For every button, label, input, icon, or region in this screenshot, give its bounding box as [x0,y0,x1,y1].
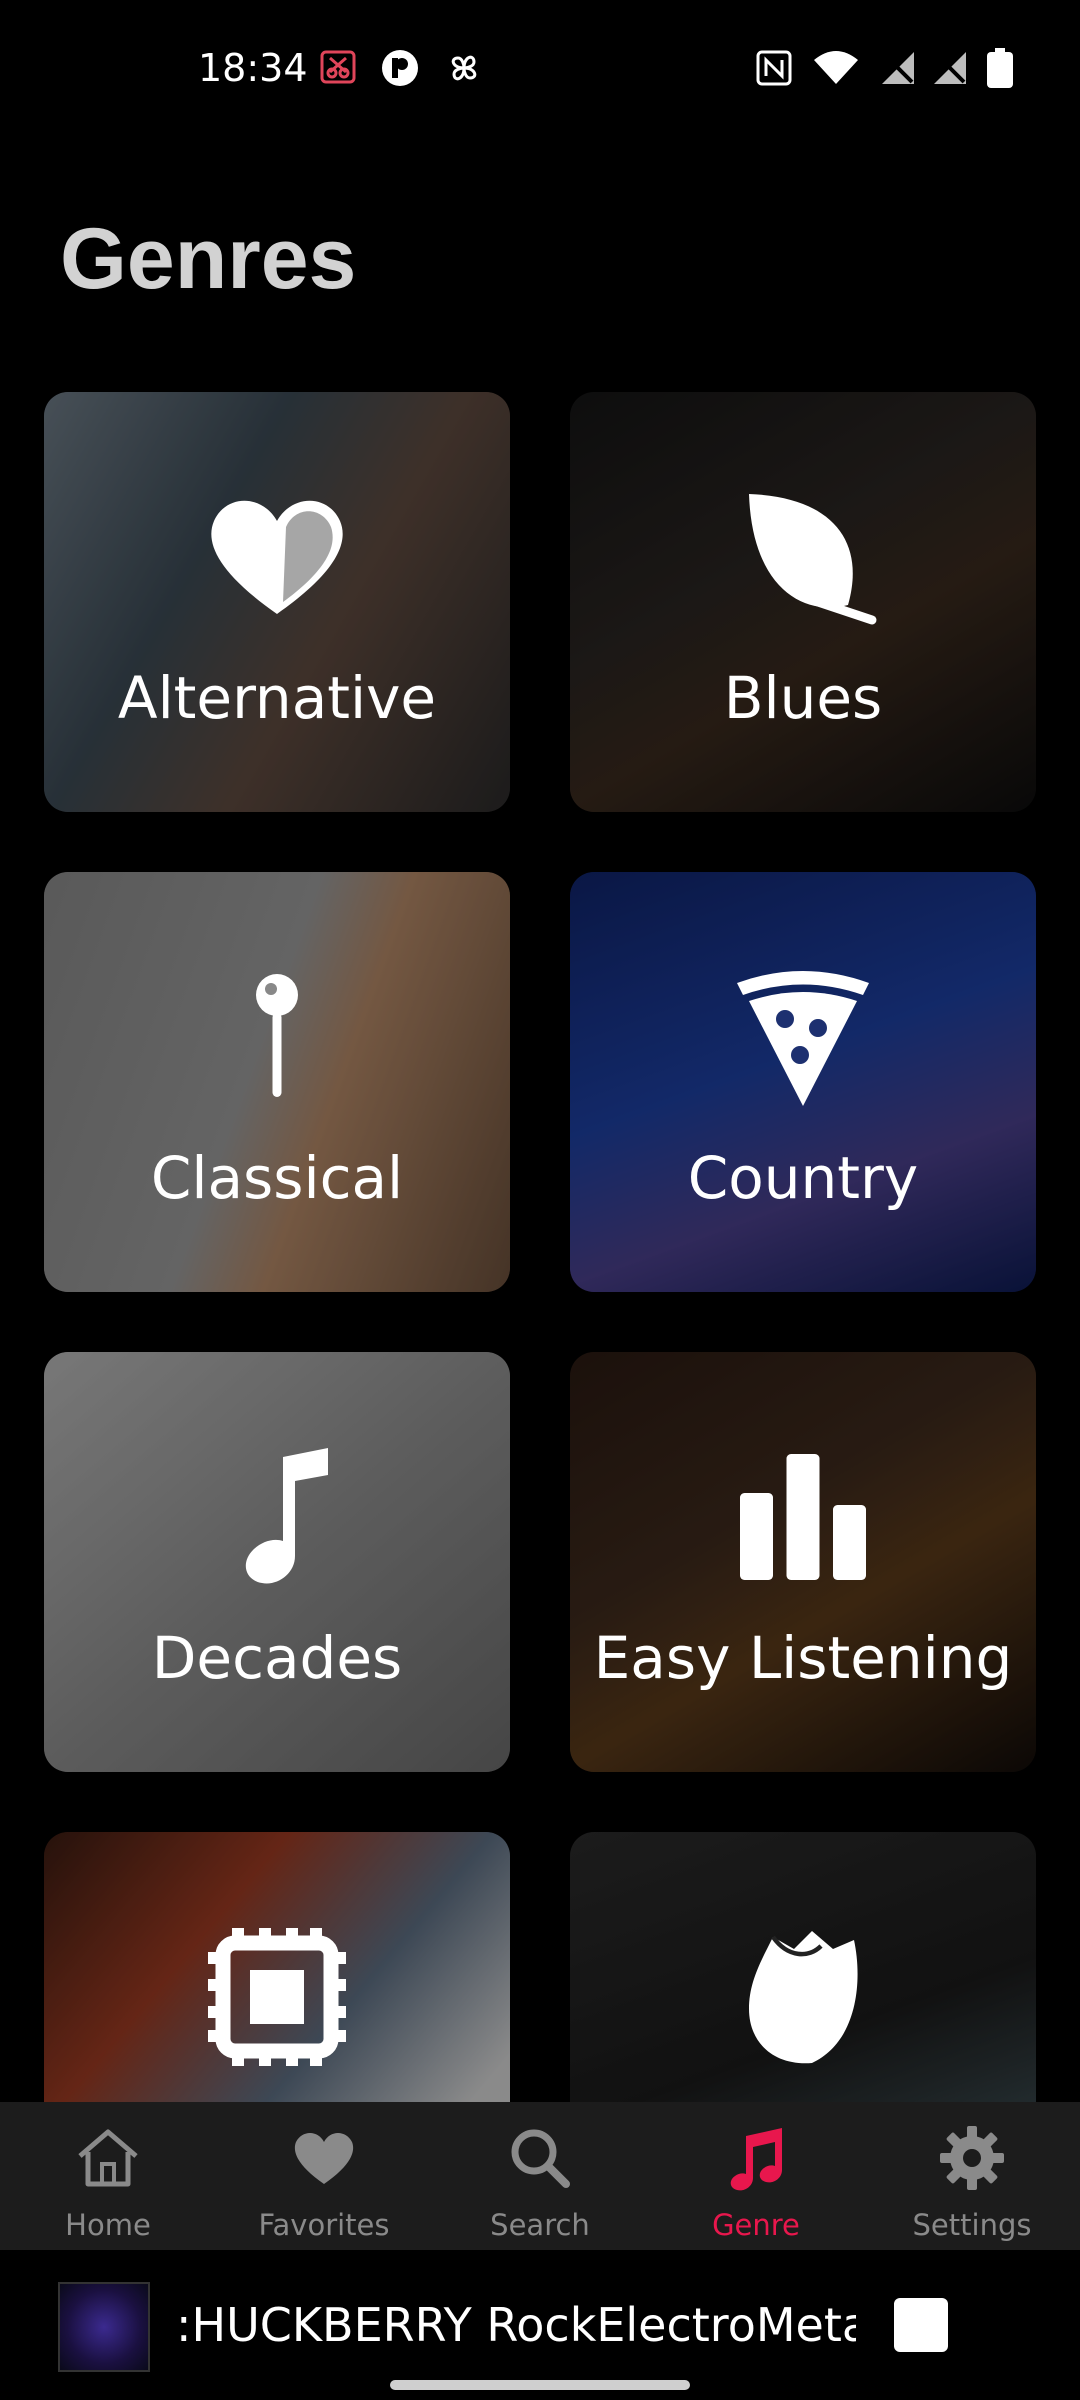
nav-label: Home [65,2208,151,2242]
genre-card-easy-listening[interactable]: Easy Listening [570,1352,1036,1772]
pin-icon [256,974,298,1097]
genre-card-rose[interactable] [570,1832,1036,2102]
signal-off-icon [934,52,966,84]
battery-icon [987,48,1013,88]
home-icon [78,2129,138,2187]
pizza-slice-icon [737,971,869,1106]
gear-icon [940,2126,1004,2190]
chip-icon [208,1928,346,2066]
nav-label: Settings [912,2208,1032,2242]
rose-icon [749,1931,858,2064]
nav-item-home[interactable]: Home [0,2102,216,2250]
genre-label: Classical [150,1144,404,1212]
music-note-icon [245,1448,328,1584]
stop-button[interactable] [894,2298,948,2352]
wifi-icon [814,51,858,84]
genre-card-alternative[interactable]: Alternative [44,392,510,812]
nav-item-favorites[interactable]: Favorites [216,2102,432,2250]
nav-label: Search [490,2208,590,2242]
nav-item-settings[interactable]: Settings [864,2102,1080,2250]
nfc-icon [756,50,792,86]
genre-card-blues[interactable]: Blues [570,392,1036,812]
status-time: 18:34 [198,46,308,90]
genre-card-chip[interactable] [44,1832,510,2102]
app-icon [382,50,418,86]
search-icon [511,2129,570,2188]
genre-card-country[interactable]: Country [570,872,1036,1292]
genre-label: Blues [723,664,883,732]
half-heart-icon [211,500,343,614]
screenshot-icon [320,50,356,84]
genre-label: Alternative [117,664,437,732]
album-art [58,2282,150,2372]
nav-item-genre[interactable]: Genre [648,2102,864,2250]
genre-label: Easy Listening [593,1624,1013,1692]
home-indicator[interactable] [390,2380,690,2390]
nav-label: Genre [712,2208,800,2242]
genre-card-decades[interactable]: Decades [44,1352,510,1772]
genre-grid: Alternative Blues Classical Country Deca… [44,392,1036,2102]
status-bar: 18:34 [0,0,1080,140]
now-playing-title: :HUCKBERRY RockElectroMetal [176,2298,856,2352]
signal-off-icon [882,52,914,84]
nav-label: Favorites [258,2208,390,2242]
genre-card-classical[interactable]: Classical [44,872,510,1292]
nav-item-search[interactable]: Search [432,2102,648,2250]
leaf-icon [749,494,877,625]
mini-player[interactable]: :HUCKBERRY RockElectroMetal [0,2250,1080,2400]
page-title: Genres [60,211,357,307]
genre-label: Country [687,1144,919,1212]
music-note-icon [730,2128,782,2191]
pinwheel-icon [451,55,477,81]
bar-chart-icon [740,1454,866,1580]
genre-label: Decades [151,1624,403,1692]
bottom-navigation: Home Favorites Search Genre Settings [0,2102,1080,2250]
heart-icon [294,2133,354,2184]
